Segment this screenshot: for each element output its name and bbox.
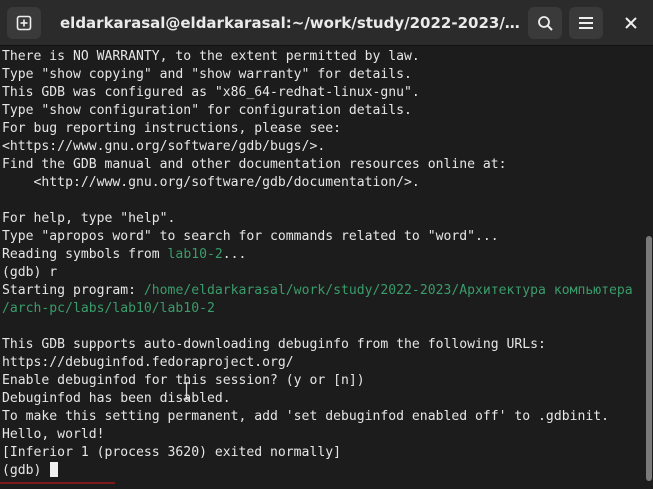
scrollbar-thumb[interactable] bbox=[646, 236, 652, 481]
line: This GDB supports auto-downloading debug… bbox=[2, 337, 546, 352]
close-window-button[interactable] bbox=[614, 7, 648, 39]
terminal-output-area[interactable]: There is NO WARRANTY, to the extent perm… bbox=[0, 46, 645, 489]
gdb-prompt: (gdb) bbox=[2, 463, 50, 478]
line: For help, type "help". bbox=[2, 211, 176, 226]
line: <https://www.gnu.org/software/gdb/bugs/>… bbox=[2, 139, 326, 154]
line: This GDB was configured as "x86_64-redha… bbox=[2, 85, 420, 100]
symbol-file-name: lab10-2 bbox=[167, 247, 223, 262]
mouse-ibeam-cursor-icon bbox=[183, 382, 190, 400]
scrollbar[interactable] bbox=[645, 46, 653, 489]
line: <http://www.gnu.org/software/gdb/documen… bbox=[2, 175, 420, 190]
line: Find the GDB manual and other documentat… bbox=[2, 157, 507, 172]
new-tab-icon bbox=[16, 15, 32, 31]
line: Type "apropos word" to search for comman… bbox=[2, 229, 499, 244]
line: Reading symbols from bbox=[2, 247, 168, 262]
line: Hello, world! bbox=[2, 427, 105, 442]
menu-button[interactable] bbox=[569, 7, 603, 39]
program-path: /home/eldarkarasal/work/study/2022-2023/… bbox=[143, 283, 633, 298]
line: Debuginfod has been disabled. bbox=[2, 391, 231, 406]
text-cursor bbox=[50, 462, 59, 477]
terminal-text: There is NO WARRANTY, to the extent perm… bbox=[0, 46, 645, 480]
program-path-continued: /arch-pc/labs/lab10/lab10-2 bbox=[2, 301, 215, 316]
underline-artifact bbox=[0, 482, 115, 484]
line: Type "show configuration" for configurat… bbox=[2, 103, 412, 118]
line-suffix: ... bbox=[222, 247, 247, 262]
line: Type "show copying" and "show warranty" … bbox=[2, 67, 412, 82]
search-button[interactable] bbox=[528, 7, 562, 39]
hamburger-menu-icon bbox=[579, 17, 593, 29]
search-icon bbox=[537, 15, 553, 31]
line: To make this setting permanent, add 'set… bbox=[2, 409, 609, 424]
line: There is NO WARRANTY, to the extent perm… bbox=[2, 49, 420, 64]
line: Starting program: bbox=[2, 283, 144, 298]
close-icon bbox=[625, 17, 637, 29]
window-title: eldarkarasal@eldarkarasal:~/work/study/2… bbox=[60, 14, 520, 32]
line: (gdb) r bbox=[2, 265, 58, 280]
line: https://debuginfod.fedoraproject.org/ bbox=[2, 355, 294, 370]
line: [Inferior 1 (process 3620) exited normal… bbox=[2, 445, 341, 460]
new-tab-button[interactable] bbox=[7, 7, 41, 39]
line: For bug reporting instructions, please s… bbox=[2, 121, 341, 136]
title-bar: eldarkarasal@eldarkarasal:~/work/study/2… bbox=[0, 0, 653, 46]
